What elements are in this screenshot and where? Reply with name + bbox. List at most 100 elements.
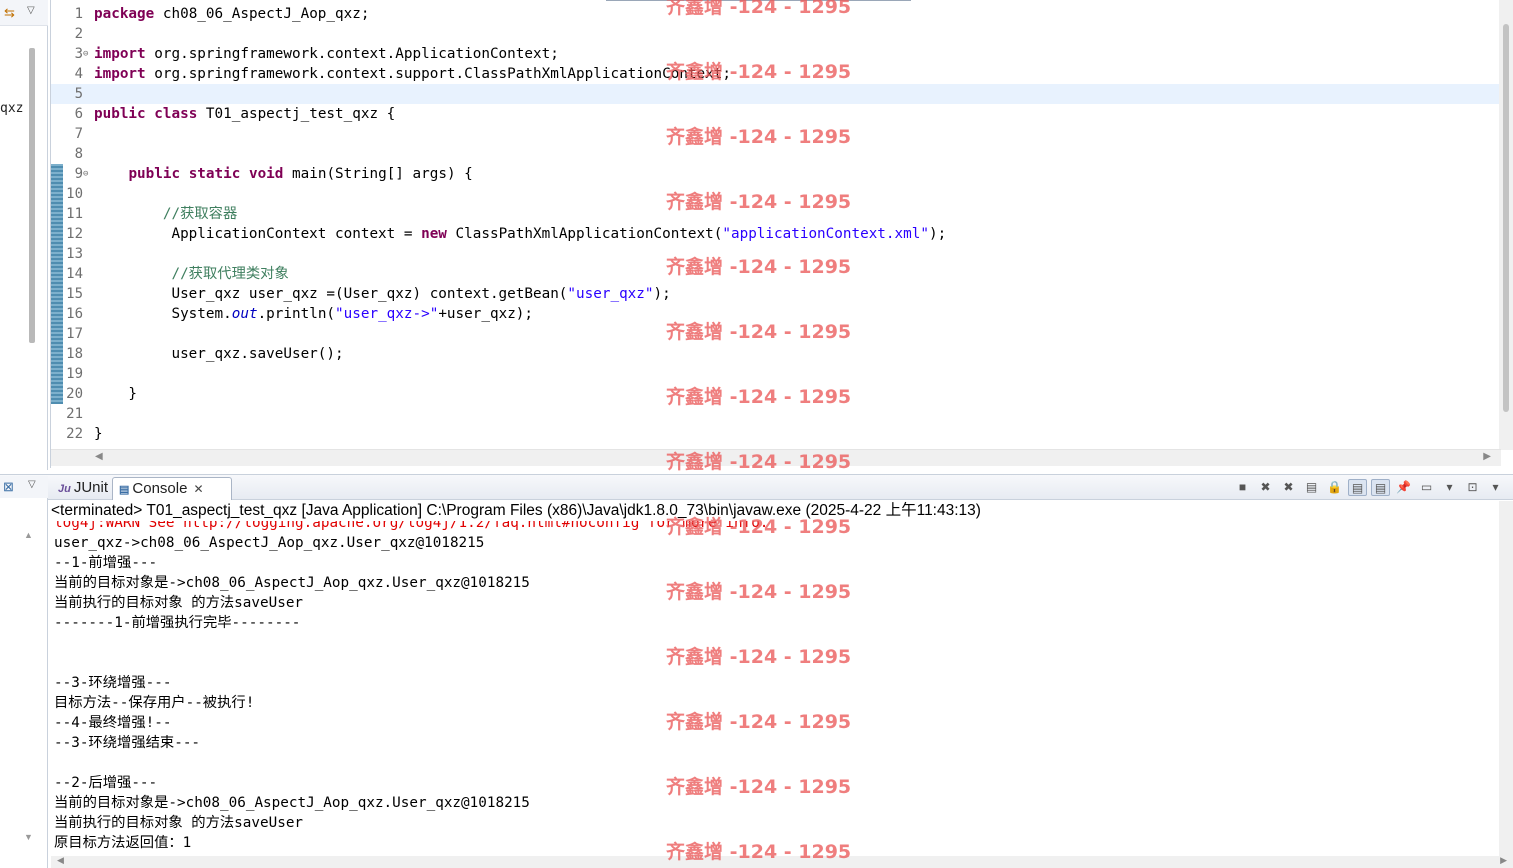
tab-label: Console (132, 480, 188, 497)
tab-junit[interactable]: Ju JUnit (52, 477, 112, 500)
remove-all-terminated-icon[interactable]: ✖ (1279, 479, 1298, 496)
console-toolbar: ■ ✖ ✖ ▤ 🔒 ▤ ▤ 📌 ▭ ▾ ⊡ ▾ (1233, 479, 1505, 497)
line-number: 12 (66, 226, 83, 242)
show-console-on-output-icon[interactable]: ▤ (1371, 479, 1390, 496)
code-line[interactable]: 13 (51, 244, 1501, 264)
code-line[interactable]: 16 System.out.println("user_qxz->"+user_… (51, 304, 1501, 324)
code-line[interactable]: 5 (51, 84, 1501, 104)
code-token: user_qxz.saveUser(); (94, 346, 344, 362)
editor-horizontal-scrollbar[interactable]: ◀ ▶ (51, 449, 1501, 466)
line-number: 15 (66, 286, 83, 302)
code-line[interactable]: 9 ⊖ public static void main(String[] args… (51, 164, 1501, 184)
open-dropdown-icon[interactable]: ▾ (1486, 479, 1505, 496)
line-number: 7 (74, 126, 83, 142)
console-line: 当前的目标对象是->ch08_06_AspectJ_Aop_qxz.User_q… (54, 575, 530, 591)
code-editor[interactable]: 1 package ch08_06_AspectJ_Aop_qxz; 2 3 ⊖ impo… (50, 0, 1513, 468)
layout-icon[interactable]: ⊠ (3, 479, 14, 495)
code-line[interactable]: 8 (51, 144, 1501, 164)
scroll-right-icon[interactable]: ▶ (1483, 451, 1491, 462)
code-text: public static void main(String[] args) { (94, 164, 472, 184)
remove-launch-icon[interactable]: ✖ (1256, 479, 1275, 496)
word-wrap-icon[interactable]: ▤ (1348, 479, 1367, 496)
scroll-down-icon[interactable]: ▼ (24, 832, 33, 842)
line-number: 13 (66, 246, 83, 262)
tab-console[interactable]: ▤ Console ✕ (112, 477, 232, 500)
fold-collapse-icon[interactable]: ⊖ (83, 49, 88, 59)
console-line: -------1-前增强执行完毕-------- (54, 615, 301, 631)
console-process-label: <terminated> T01_aspectj_test_qxz [Java … (51, 502, 981, 519)
tree-item-fragment[interactable]: qxz (0, 101, 23, 116)
package-explorer-scrollbar[interactable] (29, 48, 35, 343)
editor-vertical-scrollbar[interactable] (1499, 0, 1513, 450)
code-token: ); (928, 226, 947, 242)
code-text: //获取代理类对象 (94, 264, 288, 284)
display-dropdown-icon[interactable]: ▾ (1440, 479, 1459, 496)
chevron-down-icon[interactable]: ▽ (28, 479, 36, 490)
line-number: 19 (66, 366, 83, 382)
clear-console-icon[interactable]: ▤ (1302, 479, 1321, 496)
code-line[interactable]: 22} (51, 424, 1501, 444)
code-text: public class T01_aspectj_test_qxz { (94, 104, 395, 124)
line-number: 20 (66, 386, 83, 402)
open-console-icon[interactable]: ⊡ (1463, 479, 1482, 496)
code-line[interactable]: 2 (51, 24, 1501, 44)
code-token: System. (94, 306, 232, 322)
console-line: --2-后增强--- (54, 775, 158, 791)
code-text: ApplicationContext context = new ClassPa… (94, 224, 946, 244)
display-console-icon[interactable]: ▭ (1417, 479, 1436, 496)
code-line[interactable]: 10 (51, 184, 1501, 204)
console-horizontal-scrollbar[interactable]: ◀ ▶ (51, 855, 1513, 868)
console-line: user_qxz->ch08_06_AspectJ_Aop_qxz.User_q… (54, 535, 485, 551)
hierarchy-icon[interactable]: ⇆ (4, 5, 20, 21)
code-token: class (154, 106, 198, 122)
code-token: ch08_06_AspectJ_Aop_qxz; (154, 6, 370, 22)
code-line[interactable]: 12 ApplicationContext context = new Clas… (51, 224, 1501, 244)
line-number: 16 (66, 306, 83, 322)
code-line[interactable]: 20 } (51, 384, 1501, 404)
line-number: 18 (66, 346, 83, 362)
code-line[interactable]: 17 (51, 324, 1501, 344)
scroll-lock-icon[interactable]: 🔒 (1325, 479, 1344, 496)
line-number: 4 (74, 66, 83, 82)
code-line[interactable]: 1 package ch08_06_AspectJ_Aop_qxz; (51, 4, 1501, 24)
code-line[interactable]: 15 User_qxz user_qxz =(User_qxz) context… (51, 284, 1501, 304)
code-line[interactable]: 19 (51, 364, 1501, 384)
code-line[interactable]: 14 //获取代理类对象 (51, 264, 1501, 284)
scrollbar-thumb[interactable] (1503, 24, 1509, 412)
code-line[interactable]: 3 ⊖ import org.springframework.context.App… (51, 44, 1501, 64)
code-line[interactable]: 21 (51, 404, 1501, 424)
console-error-line: log4j:WARN See http://logging.apache.org… (54, 521, 769, 531)
code-line[interactable]: 18 user_qxz.saveUser(); (51, 344, 1501, 364)
package-explorer-toolbar: ⇆ ▽ (0, 0, 48, 26)
scroll-up-icon[interactable]: ▲ (24, 530, 33, 540)
line-number: 5 (74, 86, 83, 102)
console-output[interactable]: log4j:WARN See http://logging.apache.org… (51, 521, 1501, 856)
code-text: //获取容器 (94, 204, 237, 224)
tab-label: JUnit (73, 479, 109, 496)
fold-collapse-icon[interactable]: ⊖ (83, 169, 88, 179)
scroll-right-icon[interactable]: ▶ (1500, 855, 1507, 866)
code-text: user_qxz.saveUser(); (94, 344, 344, 364)
pin-console-icon[interactable]: 📌 (1394, 479, 1413, 496)
terminate-icon[interactable]: ■ (1233, 479, 1252, 496)
code-line[interactable]: 6 public class T01_aspectj_test_qxz { (51, 104, 1501, 124)
code-token: out (231, 306, 258, 322)
console-vertical-scrollbar[interactable] (1499, 501, 1513, 856)
code-token: import (94, 66, 146, 82)
close-icon[interactable]: ✕ (193, 482, 203, 496)
scroll-left-icon[interactable]: ◀ (57, 855, 64, 866)
line-number: 6 (74, 106, 83, 122)
console-icon: ▤ (119, 484, 130, 496)
line-number: 3 (74, 46, 83, 62)
code-line[interactable]: 7 (51, 124, 1501, 144)
code-token: new (421, 226, 447, 242)
junit-icon: Ju (58, 483, 71, 495)
scroll-left-icon[interactable]: ◀ (95, 451, 103, 462)
line-number: 14 (66, 266, 83, 282)
code-line[interactable]: 11 //获取容器 (51, 204, 1501, 224)
chevron-down-icon[interactable]: ▽ (27, 5, 35, 16)
code-line[interactable]: 4 import org.springframework.context.supp… (51, 64, 1501, 84)
